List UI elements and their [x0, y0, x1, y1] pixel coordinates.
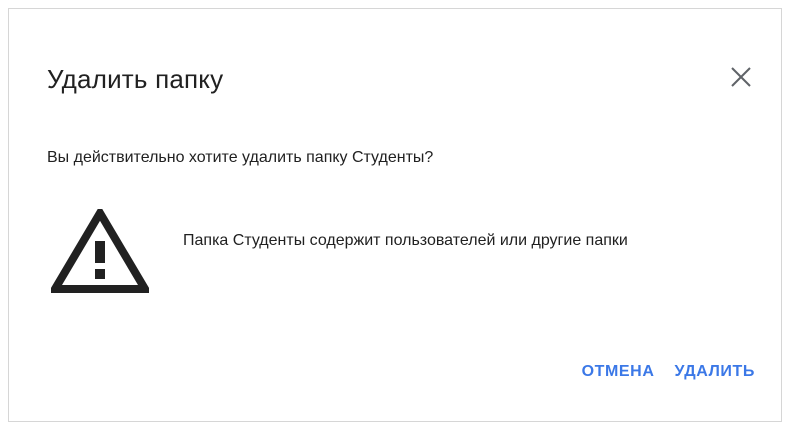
confirmation-message: Вы действительно хотите удалить папку Ст… — [47, 149, 434, 166]
dialog-actions: ОТМЕНА УДАЛИТЬ — [580, 359, 757, 385]
delete-button[interactable]: УДАЛИТЬ — [673, 359, 758, 385]
delete-folder-dialog: Удалить папку Вы действительно хотите уд… — [8, 8, 782, 422]
close-button[interactable] — [723, 59, 759, 95]
dialog-title: Удалить папку — [47, 64, 224, 94]
cancel-button[interactable]: ОТМЕНА — [580, 359, 657, 385]
close-icon — [731, 67, 751, 87]
warning-triangle-icon — [51, 209, 149, 293]
warning-text: Папка Студенты содержит пользователей ил… — [183, 232, 628, 249]
warning-row: Папка Студенты содержит пользователей ил… — [51, 209, 771, 299]
